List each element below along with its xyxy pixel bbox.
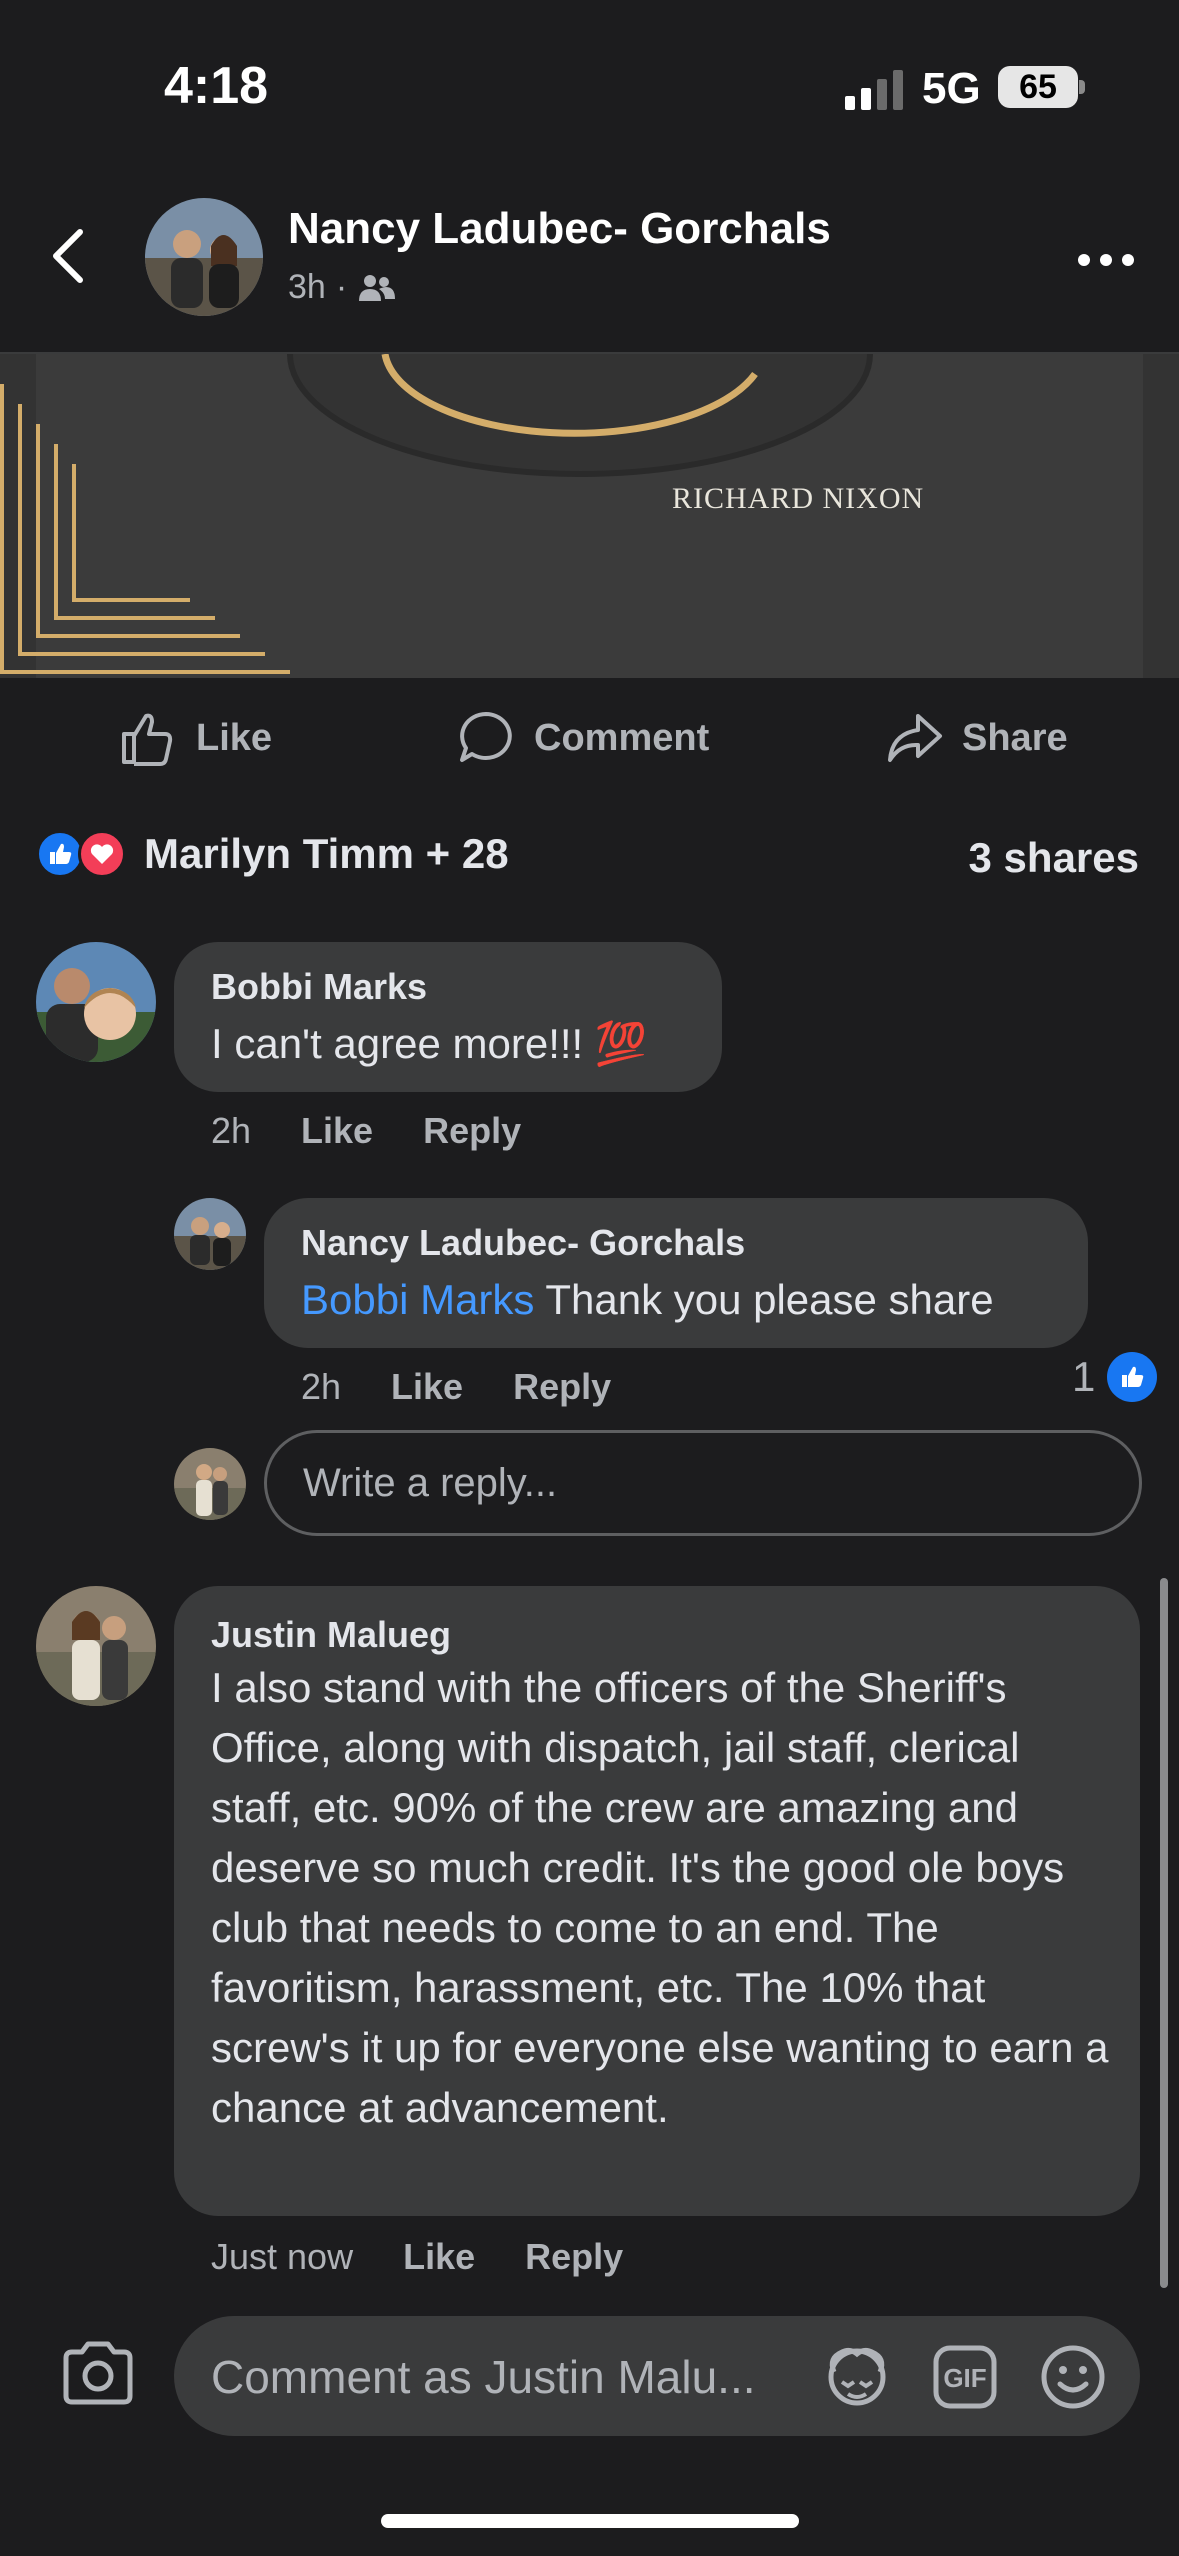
like-label: Like [196, 716, 273, 759]
composer-placeholder: Comment as Justin Malu... [211, 2351, 756, 2403]
comment-button[interactable]: Comment [456, 690, 709, 786]
battery-nub [1079, 80, 1085, 94]
post-image[interactable] [0, 354, 1179, 678]
post-time: 3h [288, 268, 326, 306]
reactions-summary[interactable]: Marilyn Timm + 28 [36, 830, 509, 878]
friends-icon [359, 274, 396, 301]
comment-text: I can't agree more!!! 💯 [211, 1020, 648, 1067]
chevron-left-icon[interactable] [48, 226, 88, 286]
reply-like-button[interactable]: Like [391, 1366, 463, 1408]
comment-label: Comment [534, 716, 710, 759]
quote-author: RICHARD NIXON [672, 482, 925, 515]
comment-reply-button[interactable]: Reply [423, 1110, 521, 1152]
commenter-name[interactable]: Bobbi Marks [211, 966, 427, 1008]
cellular-signal-icon [845, 70, 903, 110]
share-arrow-icon [888, 714, 942, 762]
comment-reply-button[interactable]: Reply [525, 2236, 623, 2278]
svg-text:GIF: GIF [943, 2363, 986, 2393]
like-button[interactable]: Like [118, 690, 272, 786]
commenter-avatar[interactable] [36, 942, 156, 1062]
comment-time: 2h [211, 1110, 252, 1151]
reply-author-name[interactable]: Nancy Ladubec- Gorchals [301, 1222, 745, 1264]
like-reaction-icon [1107, 1352, 1158, 1402]
reply-text-body: Thank you please share [534, 1276, 994, 1323]
comment-bubble-icon [460, 712, 512, 762]
gif-icon[interactable]: GIF [930, 2342, 1000, 2412]
post-meta: 3h · [288, 268, 396, 307]
commenter-avatar[interactable] [36, 1586, 156, 1706]
share-label: Share [962, 716, 1068, 759]
camera-icon[interactable] [60, 2340, 136, 2406]
comment-like-button[interactable]: Like [301, 1110, 373, 1152]
reply-meta: 2h Like Reply [301, 1366, 611, 1408]
reply-author-avatar[interactable] [174, 1198, 246, 1270]
commenter-name[interactable]: Justin Malueg [211, 1614, 451, 1656]
like-reaction-icon [36, 830, 84, 878]
battery-icon: 65 [998, 66, 1078, 108]
meta-separator: · [335, 268, 348, 306]
avatar-sticker-icon[interactable] [822, 2342, 892, 2412]
scrollbar[interactable] [1160, 1578, 1168, 2288]
reply-time: 2h [301, 1366, 342, 1407]
reaction-names: Marilyn Timm + 28 [144, 830, 509, 877]
reply-text: Bobbi Marks Thank you please share [301, 1270, 994, 1330]
comment-time: Just now [211, 2236, 354, 2277]
status-time: 4:18 [164, 57, 269, 115]
post-action-bar: Like Comment Share [0, 690, 1179, 786]
post-image-graphic [0, 354, 1179, 678]
post-author-name[interactable]: Nancy Ladubec- Gorchals [288, 204, 831, 254]
shares-count[interactable]: 3 shares [969, 834, 1139, 882]
reply-reply-button[interactable]: Reply [513, 1366, 611, 1408]
network-type: 5G [922, 64, 981, 113]
share-button[interactable]: Share [884, 690, 1068, 786]
love-reaction-icon [78, 830, 126, 878]
write-reply-input[interactable]: Write a reply... [264, 1430, 1142, 1536]
mention-link[interactable]: Bobbi Marks [301, 1276, 534, 1323]
comment-text: I also stand with the officers of the Sh… [211, 1664, 1109, 2131]
comment-meta: Just now Like Reply [211, 2236, 623, 2278]
comment-meta: 2h Like Reply [211, 1110, 521, 1152]
author-avatar[interactable] [145, 198, 263, 316]
current-user-avatar [174, 1448, 246, 1520]
reply-like-number: 1 [1072, 1353, 1096, 1400]
emoji-icon[interactable] [1038, 2342, 1108, 2412]
more-horizontal-icon[interactable] [1076, 252, 1136, 268]
comment-like-button[interactable]: Like [403, 2236, 475, 2278]
battery-level: 65 [1019, 67, 1057, 106]
thumbs-up-icon [122, 713, 173, 766]
reply-like-count[interactable]: 1 [1072, 1352, 1158, 1402]
home-indicator[interactable] [381, 2514, 799, 2528]
write-reply-placeholder: Write a reply... [303, 1460, 558, 1505]
